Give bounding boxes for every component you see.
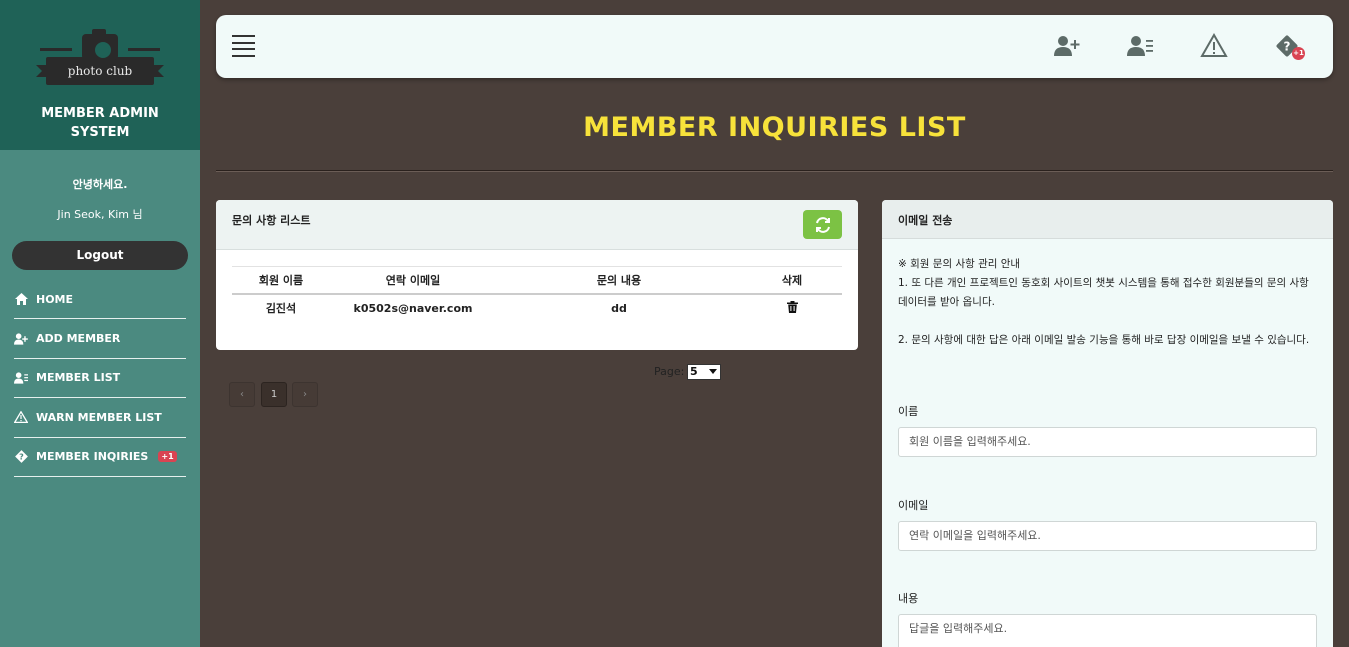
greeting: 안녕하세요. — [72, 178, 128, 191]
notice-item-1: 1. 또 다른 개인 프로젝트인 동호회 사이트의 챗봇 시스템을 통해 접수한… — [898, 277, 1309, 308]
system-title: MEMBER ADMIN SYSTEM — [41, 106, 159, 140]
inquiry-table: 회원 이름 연락 이메일 문의 내용 삭제 김진석 k0502s@naver.c… — [232, 266, 842, 322]
warning-icon — [14, 410, 28, 424]
email-label: 이메일 — [898, 499, 929, 512]
top-bar: ? +1 — [216, 15, 1333, 78]
refresh-icon — [815, 216, 830, 233]
sidebar: photo club MEMBER ADMIN SYSTEM 안녕하세요. Ji… — [0, 0, 200, 647]
sidebar-item-add-member[interactable]: ADD MEMBER — [14, 319, 186, 359]
camera-icon — [82, 29, 118, 61]
email-card: 이메일 전송 ※ 회원 문의 사항 관리 안내 1. 또 다른 개인 프로젝트인… — [882, 200, 1333, 647]
photo-club-logo[interactable]: photo club — [36, 29, 164, 90]
logo-text: photo club — [67, 64, 133, 78]
name-input[interactable]: 회원 이름을 입력해주세요. — [898, 427, 1317, 457]
home-icon — [14, 292, 28, 306]
menu-icon[interactable] — [232, 35, 255, 58]
user-list-icon[interactable] — [1126, 32, 1154, 60]
sidebar-header: photo club MEMBER ADMIN SYSTEM — [0, 0, 200, 150]
question-icon: ? — [14, 450, 28, 464]
sidebar-item-member-inquiries[interactable]: ? MEMBER INQIRIES +1 — [14, 438, 186, 477]
page-size-select[interactable]: 5 — [687, 364, 721, 380]
user-name: Jin Seok, Kim 님 — [57, 208, 143, 221]
svg-text:?: ? — [19, 453, 24, 462]
table-header-row: 회원 이름 연락 이메일 문의 내용 삭제 — [232, 266, 842, 295]
email-input[interactable]: 연락 이메일을 입력해주세요. — [898, 521, 1317, 551]
table-row: 김진석 k0502s@naver.com dd — [232, 294, 842, 322]
add-user-icon[interactable] — [1053, 32, 1081, 60]
member-name: 김진석 — [265, 302, 297, 315]
card-header: 문의 사항 리스트 — [216, 200, 858, 250]
notification-badge: +1 — [1292, 47, 1305, 60]
logout-button[interactable]: Logout — [12, 241, 188, 270]
column-header: 연락 이메일 — [330, 266, 496, 295]
question-icon[interactable]: ? +1 — [1273, 32, 1305, 60]
inquiry-list-card: 문의 사항 리스트 회원 이름 연락 이메일 문의 내용 삭제 김진석 k050… — [216, 200, 858, 350]
title-divider — [216, 170, 1333, 172]
page-title: MEMBER INQUIRIES LIST — [583, 112, 966, 143]
prev-page-button[interactable]: ‹ — [229, 382, 255, 407]
page-size-label: Page: — [654, 365, 685, 378]
card-title: 문의 사항 리스트 — [232, 214, 311, 227]
next-page-button[interactable]: › — [292, 382, 318, 407]
warning-icon[interactable] — [1200, 32, 1228, 60]
column-header: 회원 이름 — [232, 266, 330, 295]
notice: ※ 회원 문의 사항 관리 안내 1. 또 다른 개인 프로젝트인 동호회 사이… — [882, 239, 1333, 350]
add-user-icon — [14, 332, 28, 346]
sidebar-item-member-list[interactable]: MEMBER LIST — [14, 359, 186, 399]
column-header: 문의 내용 — [496, 266, 742, 295]
column-header: 삭제 — [742, 266, 842, 295]
sidebar-item-home[interactable]: HOME — [14, 280, 186, 320]
user-list-icon — [14, 371, 28, 385]
notice-title: ※ 회원 문의 사항 관리 안내 — [898, 258, 1021, 270]
sidebar-nav: HOME ADD MEMBER MEMBER LIST WARN MEMBER … — [0, 280, 200, 477]
refresh-button[interactable] — [803, 210, 842, 239]
svg-text:?: ? — [1284, 40, 1291, 54]
trash-icon[interactable] — [786, 300, 798, 316]
chevron-down-icon — [709, 369, 717, 374]
member-email: k0502s@naver.com — [353, 301, 473, 315]
content-label: 내용 — [898, 592, 919, 605]
name-label: 이름 — [898, 405, 919, 418]
sidebar-item-warn-member-list[interactable]: WARN MEMBER LIST — [14, 398, 186, 438]
inquiry-badge: +1 — [158, 451, 177, 463]
content-textarea[interactable]: 답글을 입력해주세요. — [898, 614, 1317, 647]
page-button-1[interactable]: 1 — [261, 382, 287, 407]
inquiry-content: dd — [611, 301, 627, 315]
notice-item-2: 2. 문의 사항에 대한 답은 아래 이메일 발송 기능을 통해 바로 답장 이… — [898, 334, 1310, 346]
email-card-title: 이메일 전송 — [882, 200, 1333, 239]
